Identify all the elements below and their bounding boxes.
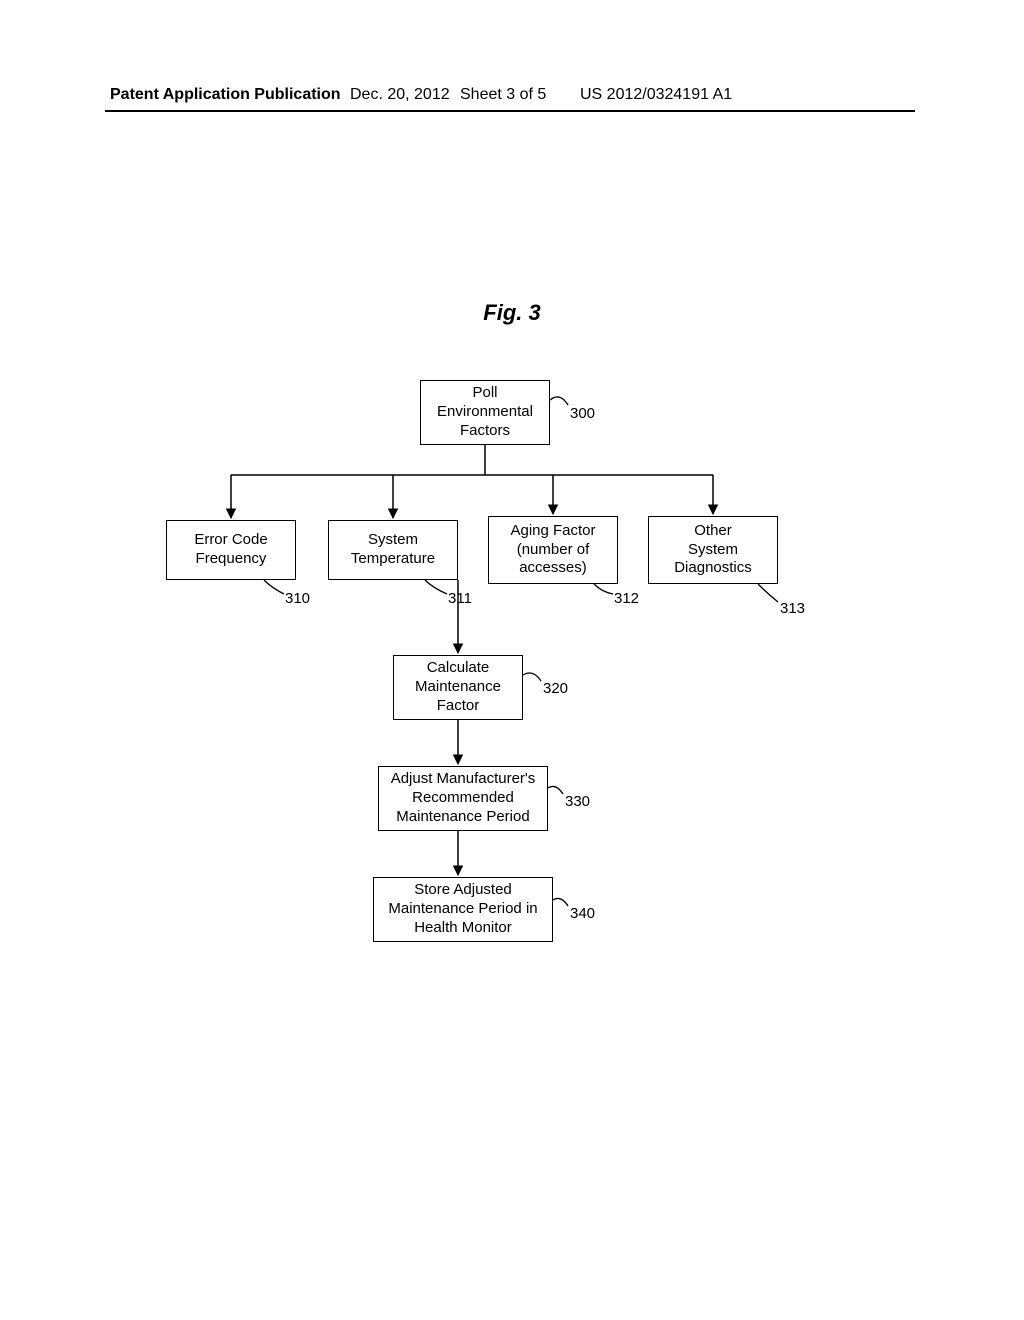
publication-number: US 2012/0324191 A1 <box>580 86 732 104</box>
ref-310: 310 <box>285 590 310 607</box>
box-adjust: Adjust Manufacturer's Recommended Mainte… <box>378 766 548 831</box>
box-aging-factor-text: Aging Factor (number of accesses) <box>510 522 595 578</box>
publication-date: Dec. 20, 2012 <box>350 86 450 104</box>
box-poll-text: Poll Environmental Factors <box>437 384 533 440</box>
ref-312: 312 <box>614 590 639 607</box>
box-other-diagnostics-text: Other System Diagnostics <box>674 522 752 578</box>
figure-label: Fig. 3 <box>0 300 1024 326</box>
ref-320: 320 <box>543 680 568 697</box>
publication-type: Patent Application Publication <box>110 86 341 104</box>
ref-313: 313 <box>780 600 805 617</box>
box-store: Store Adjusted Maintenance Period in Hea… <box>373 877 553 942</box>
ref-311: 311 <box>448 590 472 607</box>
sheet-indicator: Sheet 3 of 5 <box>460 86 546 104</box>
box-calculate: Calculate Maintenance Factor <box>393 655 523 720</box>
box-store-text: Store Adjusted Maintenance Period in Hea… <box>388 881 537 937</box>
box-calculate-text: Calculate Maintenance Factor <box>415 659 501 715</box>
box-poll: Poll Environmental Factors <box>420 380 550 445</box>
ref-340: 340 <box>570 905 595 922</box>
box-aging-factor: Aging Factor (number of accesses) <box>488 516 618 584</box>
ref-330: 330 <box>565 793 590 810</box>
ref-300: 300 <box>570 405 595 422</box>
box-system-temperature-text: System Temperature <box>351 531 435 569</box>
header-rule <box>105 110 915 112</box>
box-error-code: Error Code Frequency <box>166 520 296 580</box>
patent-figure-page: Patent Application Publication Dec. 20, … <box>0 0 1024 1320</box>
box-other-diagnostics: Other System Diagnostics <box>648 516 778 584</box>
box-error-code-text: Error Code Frequency <box>194 531 267 569</box>
box-system-temperature: System Temperature <box>328 520 458 580</box>
box-adjust-text: Adjust Manufacturer's Recommended Mainte… <box>391 770 536 826</box>
